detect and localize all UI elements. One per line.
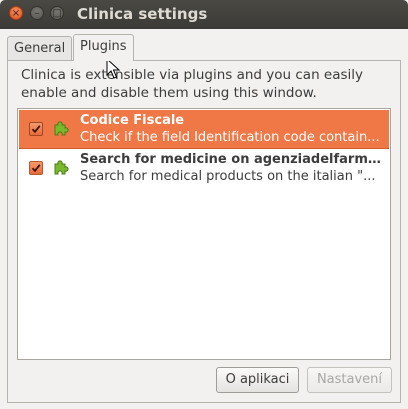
plugin-row-codice-fiscale[interactable]: Codice Fiscale Check if the field Identi… — [19, 110, 389, 149]
about-plugin-button[interactable]: O aplikaci — [216, 367, 299, 393]
title-bar[interactable]: × – □ Clinica settings — [0, 0, 408, 29]
plugin-row-search-medicine[interactable]: Search for medicine on agenziadelfarmac.… — [19, 149, 389, 187]
puzzle-piece-icon — [54, 160, 69, 175]
minimize-window-button[interactable]: – — [30, 6, 44, 20]
close-window-button[interactable]: × — [9, 6, 23, 20]
plugin-description: Check if the field Identification code c… — [80, 130, 380, 145]
window-title: Clinica settings — [77, 5, 208, 23]
mouse-pointer-icon — [106, 58, 120, 79]
plugin-name: Codice Fiscale — [80, 113, 185, 128]
maximize-icon: □ — [52, 8, 62, 19]
plugin-name: Search for medicine on agenziadelfarmac.… — [80, 152, 385, 167]
tab-general[interactable]: General — [7, 36, 73, 60]
plugin-enabled-checkbox[interactable] — [29, 161, 43, 175]
maximize-window-button[interactable]: □ — [50, 6, 64, 20]
plugins-description: Clinica is extensible via plugins and yo… — [21, 67, 364, 101]
plugin-list[interactable]: Codice Fiscale Check if the field Identi… — [17, 108, 391, 360]
settings-window: × – □ Clinica settings General Plugins C… — [0, 0, 408, 409]
checkmark-icon — [31, 164, 41, 173]
plugin-enabled-checkbox[interactable] — [29, 122, 43, 136]
plugin-description: Search for medical products on the itali… — [80, 169, 376, 184]
puzzle-piece-icon — [54, 121, 69, 136]
checkmark-icon — [31, 125, 41, 134]
tab-plugins[interactable]: Plugins — [73, 34, 134, 61]
close-icon: × — [11, 8, 21, 19]
plugin-settings-button[interactable]: Nastavení — [307, 367, 392, 393]
minimize-icon: – — [34, 8, 40, 19]
